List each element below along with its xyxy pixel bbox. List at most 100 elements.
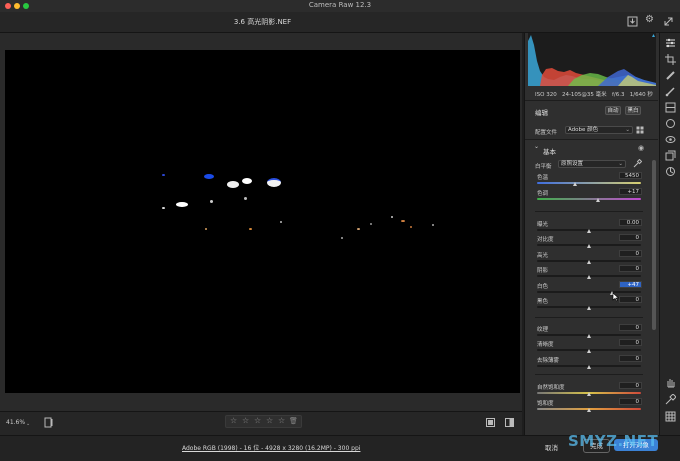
trash-icon[interactable]: 🗑	[289, 417, 298, 425]
edit-title: 编辑	[535, 109, 548, 117]
temp-slider-track[interactable]	[537, 182, 641, 184]
star-5[interactable]: ☆	[278, 416, 285, 425]
gradient-icon[interactable]	[665, 102, 676, 113]
shadows-slider-thumb[interactable]	[586, 275, 591, 279]
camera-info: ISO 320 24-105@35 毫米 f/6.3 1/640 秒	[535, 90, 653, 98]
exposure-slider-thumb[interactable]	[586, 229, 591, 233]
star-2[interactable]: ☆	[242, 416, 249, 425]
contrast-value-input[interactable]: 0	[619, 234, 642, 241]
compare-icon[interactable]	[505, 418, 514, 427]
whites-slider-track[interactable]	[537, 291, 641, 293]
tint-slider-thumb[interactable]	[595, 198, 600, 202]
auto-button[interactable]: 自动	[605, 106, 621, 115]
vibrance-value-input[interactable]: 0	[619, 382, 642, 389]
sampler-icon[interactable]	[665, 394, 676, 405]
highlight-spot	[162, 174, 165, 176]
texture-label: 纹理	[537, 327, 549, 333]
iso-value: ISO 320	[535, 92, 557, 98]
temp-slider-thumb[interactable]	[572, 182, 577, 186]
saturation-slider-thumb[interactable]	[586, 408, 591, 412]
saturation-value-input[interactable]: 0	[619, 398, 642, 405]
presets-icon[interactable]	[665, 150, 676, 161]
photo-preview[interactable]	[5, 50, 520, 393]
blacks-slider-thumb[interactable]	[586, 306, 591, 310]
chevron-down-icon: ⌄	[618, 161, 623, 167]
highlight-spot	[249, 228, 252, 230]
adjustments-panel: ISO 320 24-105@35 毫米 f/6.3 1/640 秒 编辑 自动…	[524, 33, 659, 435]
exposure-label: 曝光	[537, 222, 549, 228]
whites-value-input[interactable]: +47	[619, 281, 642, 288]
highlight-spot	[267, 178, 281, 187]
cancel-button[interactable]: 取消	[545, 442, 558, 452]
shadows-label: 阴影	[537, 268, 549, 274]
divider	[535, 317, 643, 318]
highlight-spot	[432, 224, 434, 226]
tint-value-input[interactable]: +17	[619, 188, 642, 195]
tint-label: 色调	[537, 191, 549, 197]
contrast-label: 对比度	[537, 237, 554, 243]
highlight-spot	[410, 226, 412, 228]
radial-icon[interactable]	[665, 118, 676, 129]
blacks-value-input[interactable]: 0	[619, 296, 642, 303]
clarity-slider-thumb[interactable]	[586, 349, 591, 353]
eye-icon[interactable]: ◉	[638, 144, 644, 152]
dehaze-slider-thumb[interactable]	[586, 365, 591, 369]
star-1[interactable]: ☆	[230, 416, 237, 425]
exposure-value-input[interactable]: 0.00	[619, 219, 642, 226]
white-balance-label: 白平衡	[535, 164, 552, 170]
snapshot-icon[interactable]	[665, 166, 676, 177]
blacks-label: 黑色	[537, 299, 549, 305]
aperture-value: f/6.3	[611, 92, 625, 98]
workflow-options-link[interactable]: Adobe RGB (1998) - 16 位 - 4928 x 3280 (1…	[182, 443, 360, 452]
chevron-down-icon[interactable]: ⌄	[26, 421, 30, 427]
highlight-spot	[357, 228, 360, 230]
tint-slider-track[interactable]	[537, 198, 641, 200]
star-3[interactable]: ☆	[254, 416, 261, 425]
brush-icon[interactable]	[665, 86, 676, 97]
shutter-value: 1/640 秒	[629, 92, 653, 98]
dehaze-value-input[interactable]: 0	[619, 355, 642, 362]
filmstrip-icon[interactable]	[44, 417, 54, 428]
temp-value-input[interactable]: 5450	[619, 172, 642, 179]
highlights-label: 高光	[537, 253, 549, 259]
view-toggle-icon[interactable]	[486, 418, 495, 427]
status-bar: Adobe RGB (1998) - 16 位 - 4928 x 3280 (1…	[0, 432, 680, 461]
highlights-value-input[interactable]: 0	[619, 250, 642, 257]
divider	[525, 139, 658, 140]
texture-slider-thumb[interactable]	[586, 334, 591, 338]
vibrance-slider-thumb[interactable]	[586, 392, 591, 396]
redeye-icon[interactable]	[665, 134, 676, 145]
basic-title[interactable]: 基本	[543, 146, 556, 156]
shadows-value-input[interactable]: 0	[619, 265, 642, 272]
eyedropper-icon[interactable]	[633, 159, 642, 168]
texture-value-input[interactable]: 0	[619, 324, 642, 331]
clarity-value-input[interactable]: 0	[619, 339, 642, 346]
white-balance-value: 原照设置	[561, 161, 584, 167]
highlights-slider-thumb[interactable]	[586, 260, 591, 264]
crop-icon[interactable]	[665, 54, 676, 65]
white-balance-select[interactable]: 原照设置 ⌄	[558, 160, 626, 168]
healing-icon[interactable]	[665, 70, 676, 81]
chevron-down-icon[interactable]: ⌄	[534, 143, 539, 150]
panel-scrollbar[interactable]	[652, 160, 656, 330]
expand-icon[interactable]	[663, 16, 674, 27]
highlight-spot	[210, 200, 213, 203]
hand-icon[interactable]	[665, 377, 676, 388]
gear-icon[interactable]: ⚙	[645, 14, 654, 25]
rating-bar: ☆ ☆ ☆ ☆ ☆ 🗑	[225, 415, 302, 428]
dehaze-label: 去除薄雾	[537, 358, 560, 364]
highlight-spot	[205, 228, 207, 230]
bw-button[interactable]: 黑白	[625, 106, 641, 115]
chevron-down-icon: ⌄	[625, 127, 630, 133]
download-icon[interactable]	[627, 16, 638, 27]
star-4[interactable]: ☆	[266, 416, 273, 425]
profile-browser-icon[interactable]	[636, 126, 644, 134]
zoom-level[interactable]: 41.6%	[6, 419, 25, 426]
contrast-slider-thumb[interactable]	[586, 244, 591, 248]
bottom-toolbar: 41.6% ⌄ ☆ ☆ ☆ ☆ ☆ 🗑	[0, 411, 522, 436]
grid-icon[interactable]	[665, 411, 676, 422]
edit-sliders-icon[interactable]	[665, 37, 676, 48]
divider	[535, 211, 643, 212]
profile-select[interactable]: Adobe 颜色 ⌄	[565, 126, 633, 134]
highlight-spot	[162, 207, 165, 209]
